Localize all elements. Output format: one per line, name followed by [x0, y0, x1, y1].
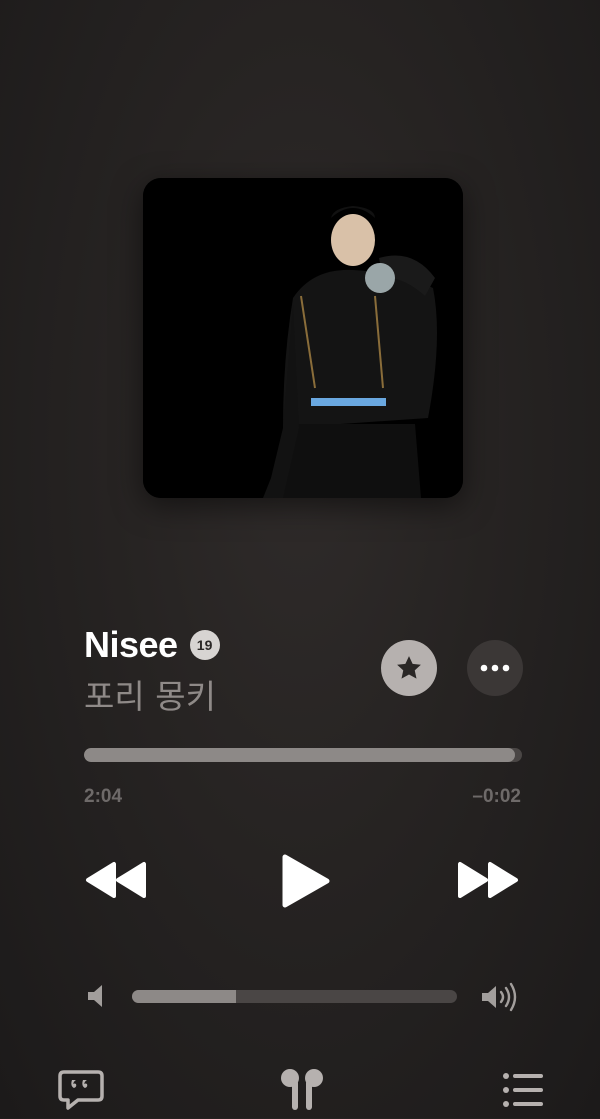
- queue-button[interactable]: [500, 1068, 546, 1114]
- play-icon: [282, 854, 330, 908]
- play-button[interactable]: [272, 848, 338, 914]
- remaining-time: –0:02: [472, 786, 521, 807]
- artwork-image: [143, 178, 463, 498]
- album-artwork: [143, 178, 463, 498]
- elapsed-time: 2:04: [84, 786, 123, 807]
- song-title[interactable]: Nisee: [84, 624, 178, 666]
- rewind-button[interactable]: [82, 856, 150, 904]
- queue-list-icon: [503, 1073, 543, 1107]
- fast-forward-button[interactable]: [454, 856, 522, 904]
- volume-slider-fill: [132, 990, 236, 1003]
- lyrics-quote-icon: [58, 1070, 104, 1110]
- favorite-button[interactable]: [381, 640, 437, 696]
- title-row: Nisee 19: [84, 624, 220, 666]
- playback-progress-fill: [84, 748, 516, 762]
- fast-forward-icon: [458, 862, 518, 898]
- artist-name[interactable]: 포리 몽키: [84, 670, 216, 718]
- speaker-low-icon: [88, 985, 102, 1007]
- star-icon: [397, 656, 421, 679]
- airpods-icon: [281, 1069, 323, 1110]
- speaker-high-icon: [482, 982, 517, 1012]
- rewind-icon: [86, 862, 146, 898]
- playback-progress-bar[interactable]: [84, 748, 522, 762]
- explicit-badge: 19: [189, 630, 220, 660]
- airplay-airpods-button[interactable]: [278, 1068, 326, 1114]
- volume-slider[interactable]: [132, 990, 457, 1003]
- ellipsis-icon: [480, 664, 510, 672]
- lyrics-button[interactable]: [58, 1068, 104, 1114]
- more-options-button[interactable]: [467, 640, 523, 696]
